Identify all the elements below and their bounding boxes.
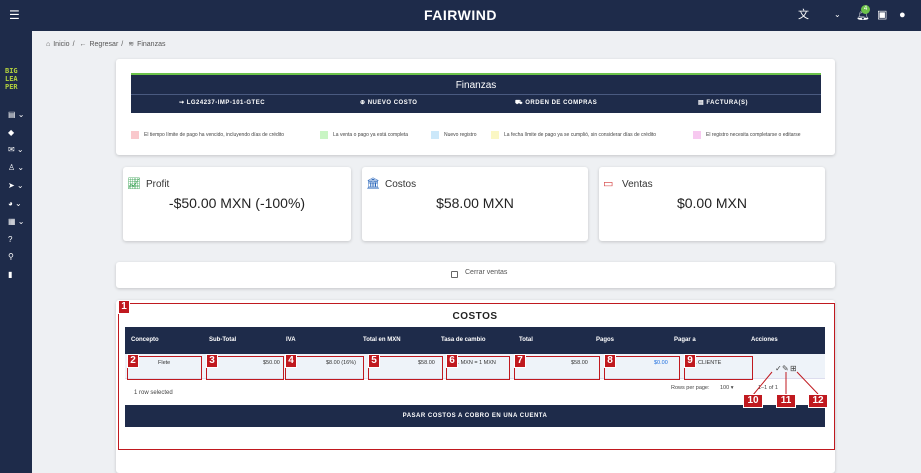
annotation-number: 3	[206, 354, 218, 368]
annotation-number: 8	[604, 354, 616, 368]
annotation-number: 4	[285, 354, 297, 368]
annotation-number: 11	[776, 394, 796, 408]
annotation-number: 1	[118, 300, 130, 314]
annotation-number: 5	[368, 354, 380, 368]
annotation-number: 12	[808, 394, 828, 408]
annotation-number: 6	[446, 354, 458, 368]
annotation-number: 7	[514, 354, 526, 368]
annotation-number: 10	[743, 394, 763, 408]
annotation-number: 9	[684, 354, 696, 368]
annotation-number: 2	[127, 354, 139, 368]
